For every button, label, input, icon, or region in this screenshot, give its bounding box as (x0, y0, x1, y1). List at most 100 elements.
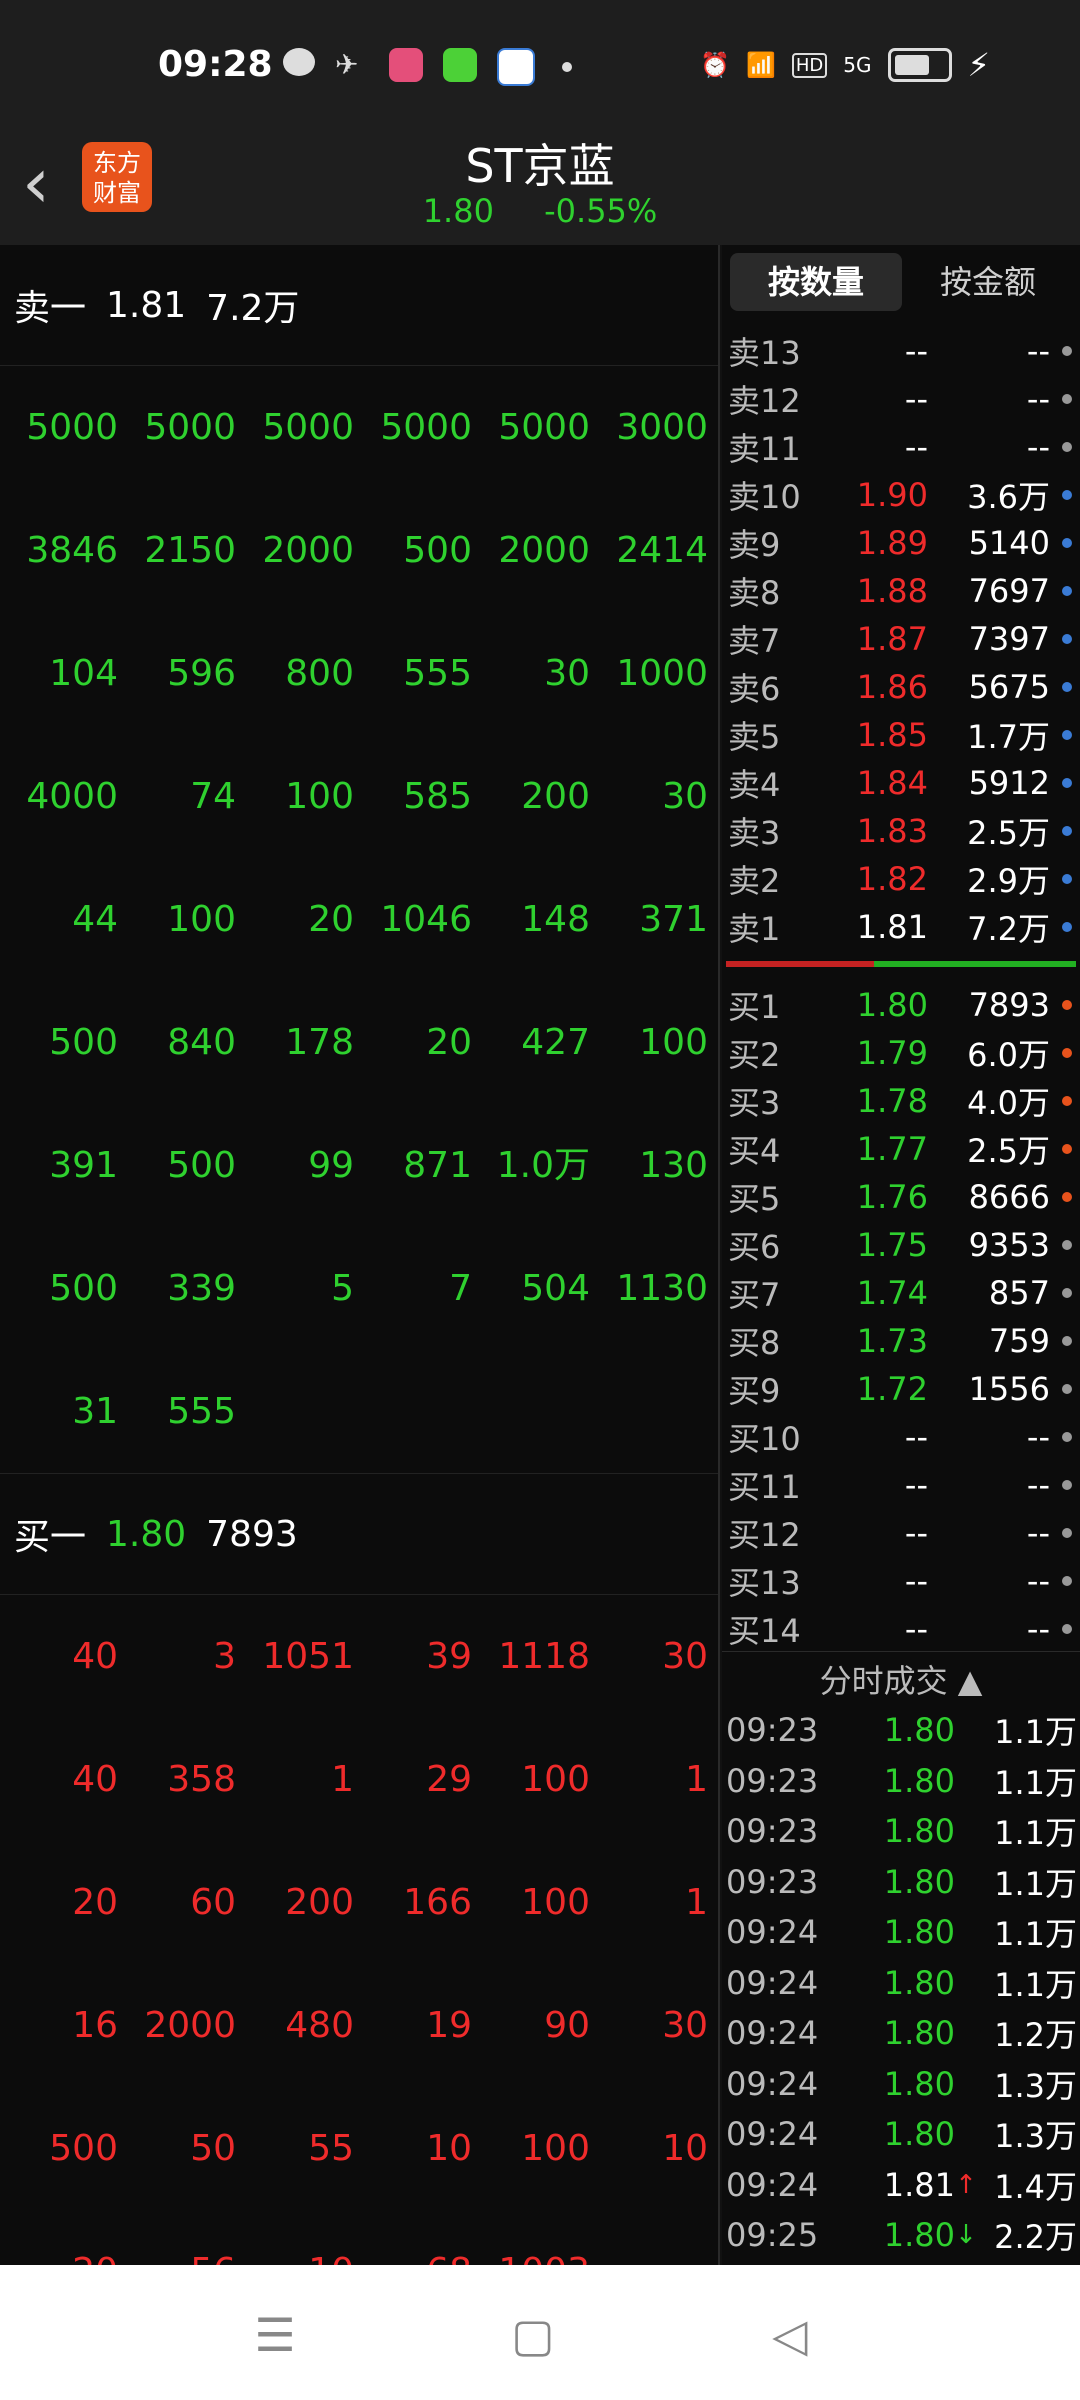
trade-row: 09:24 1.80 1.1万 (722, 1907, 1080, 1958)
trade-price: 1.80 (883, 1963, 955, 2002)
order-cell: 104 (49, 653, 118, 694)
trade-price: 1.80 (883, 2014, 955, 2053)
bid-level-row[interactable]: 买7 1.74 857 (722, 1269, 1080, 1317)
order-cell: 2000 (498, 530, 590, 571)
tab-by-amount[interactable]: 按金额 (902, 253, 1074, 311)
level-label: 买12 (728, 1516, 801, 1554)
bid-level-row[interactable]: 买4 1.77 2.5万 (722, 1125, 1080, 1173)
order-cell: 339 (167, 1268, 236, 1309)
collapse-up-icon: ▲ (957, 1662, 983, 1700)
order-cell: 2414 (616, 530, 708, 571)
bid-level-row[interactable]: 买13 -- -- (722, 1557, 1080, 1605)
ask-level-row[interactable]: 卖7 1.87 7397 (722, 615, 1080, 663)
ask-level-row[interactable]: 卖4 1.84 5912 (722, 759, 1080, 807)
level-price: -- (904, 1466, 928, 1504)
level-label: 买13 (728, 1564, 801, 1602)
ask-level-row[interactable]: 卖8 1.88 7697 (722, 567, 1080, 615)
trade-row: 09:24 1.80 1.3万 (722, 2059, 1080, 2110)
trades-header[interactable]: 分时成交 ▲ (722, 1651, 1080, 1704)
order-cell: 1 (685, 1882, 708, 1923)
order-cell: 30 (662, 1636, 708, 1677)
spread-bar-green (874, 961, 1076, 967)
home-icon[interactable]: ▢ (503, 2305, 563, 2365)
bid-level-row[interactable]: 买6 1.75 9353 (722, 1221, 1080, 1269)
stock-change: -0.55% (544, 192, 658, 230)
order-cell: 2150 (144, 530, 236, 571)
level-label: 卖7 (728, 622, 781, 660)
order-cell: 1003 (472, 2210, 590, 2265)
level-dot-icon (1062, 1000, 1072, 1010)
bid-level-row[interactable]: 买12 -- -- (722, 1509, 1080, 1557)
level-dot-icon (1062, 586, 1072, 596)
level-dot-icon (1062, 1480, 1072, 1490)
bid-level-row[interactable]: 买8 1.73 759 (722, 1317, 1080, 1365)
trade-price: 1.80 (883, 1913, 955, 1952)
order-cell: 840 (167, 1022, 236, 1063)
trade-list[interactable]: 09:23 1.80 1.1万 09:23 1.80 1.1万 09:23 1.80 1.1万 0… (722, 1705, 1080, 2261)
level-label: 卖4 (728, 766, 781, 804)
wifi-icon: 📶 (746, 51, 776, 79)
trade-row: 09:25 1.80 ↓ 2.2万 (722, 2210, 1080, 2261)
level-price: 1.84 (856, 764, 928, 802)
panel-divider (718, 245, 720, 2265)
bid-level-row[interactable]: 买2 1.79 6.0万 (722, 1029, 1080, 1077)
ask-level-row[interactable]: 卖2 1.82 2.9万 (722, 855, 1080, 903)
level-dot-icon (1062, 1624, 1072, 1634)
bid-level-row[interactable]: 买5 1.76 8666 (722, 1173, 1080, 1221)
trade-row: 09:23 1.80 1.1万 (722, 1705, 1080, 1756)
sell-one-label: 卖一 (14, 288, 87, 329)
order-cell: 166 (403, 1882, 472, 1923)
level-price: 1.90 (856, 476, 928, 514)
order-cell: 100 (285, 776, 354, 817)
level-volume: 7697 (968, 572, 1050, 610)
trade-row: 09:24 1.80 1.2万 (722, 2008, 1080, 2059)
order-cell: 200 (285, 1882, 354, 1923)
order-queue-panel[interactable]: 卖一 1.81 7.2万 5000 5000 5000 5000 5000 3000 384… (0, 245, 718, 2265)
ask-level-row[interactable]: 卖3 1.83 2.5万 (722, 807, 1080, 855)
order-cell: 20 (72, 1882, 118, 1923)
trade-direction-icon: ↓ (955, 2220, 977, 2251)
ask-level-row[interactable]: 卖10 1.90 3.6万 (722, 471, 1080, 519)
system-icons: ⏰ 📶 HD 5G ⚡ (700, 46, 990, 84)
level-price: 1.78 (856, 1082, 928, 1120)
menu-icon[interactable]: ☰ (245, 2305, 305, 2365)
level-volume: 5912 (968, 764, 1050, 802)
bid-level-row[interactable]: 买10 -- -- (722, 1413, 1080, 1461)
trade-time: 09:24 (726, 2115, 819, 2154)
order-cell: 56 (118, 2210, 236, 2265)
ask-level-row[interactable]: 卖6 1.86 5675 (722, 663, 1080, 711)
order-cell: 500 (403, 530, 472, 571)
trade-direction-icon: ↑ (955, 2169, 977, 2200)
trade-time: 09:25 (726, 2216, 819, 2255)
order-cell: 148 (521, 899, 590, 940)
bid-level-row[interactable]: 买14 -- -- (722, 1605, 1080, 1653)
level-label: 卖9 (728, 526, 781, 564)
ask-level-row[interactable]: 卖13 -- -- (722, 327, 1080, 375)
level-label: 卖3 (728, 814, 781, 852)
bid-level-row[interactable]: 买3 1.78 4.0万 (722, 1077, 1080, 1125)
level-dot-icon (1062, 634, 1072, 644)
ask-level-row[interactable]: 卖9 1.89 5140 (722, 519, 1080, 567)
trade-volume: 1.1万 (994, 1713, 1077, 1752)
level-volume: 1.7万 (967, 718, 1050, 756)
level-label: 买1 (728, 988, 781, 1026)
back-nav-icon[interactable]: ◁ (760, 2305, 820, 2365)
stock-header: ‹ 东方 财富 ST京蓝 1.80 -0.55% (0, 130, 1080, 245)
order-cell: 100 (521, 1882, 590, 1923)
system-navigation-bar: ☰ ▢ ◁ (0, 2265, 1080, 2400)
level-volume: 857 (988, 1274, 1050, 1312)
bid-level-row[interactable]: 买1 1.80 7893 (722, 981, 1080, 1029)
spread-bar (726, 961, 1076, 967)
order-cell: 1 (331, 1759, 354, 1800)
level-label: 卖10 (728, 478, 801, 516)
bid-level-row[interactable]: 买9 1.72 1556 (722, 1365, 1080, 1413)
level-label: 买14 (728, 1612, 801, 1650)
order-book[interactable]: 卖13 -- -- 卖12 -- -- 卖11 -- -- 卖10 1.90 3.6万 卖9 1.89 51… (722, 327, 1080, 1653)
ask-level-row[interactable]: 卖12 -- -- (722, 375, 1080, 423)
level-volume: 2.5万 (967, 814, 1050, 852)
ask-level-row[interactable]: 卖5 1.85 1.7万 (722, 711, 1080, 759)
ask-level-row[interactable]: 卖1 1.81 7.2万 (722, 903, 1080, 951)
ask-level-row[interactable]: 卖11 -- -- (722, 423, 1080, 471)
tab-by-volume[interactable]: 按数量 (730, 253, 902, 311)
bid-level-row[interactable]: 买11 -- -- (722, 1461, 1080, 1509)
